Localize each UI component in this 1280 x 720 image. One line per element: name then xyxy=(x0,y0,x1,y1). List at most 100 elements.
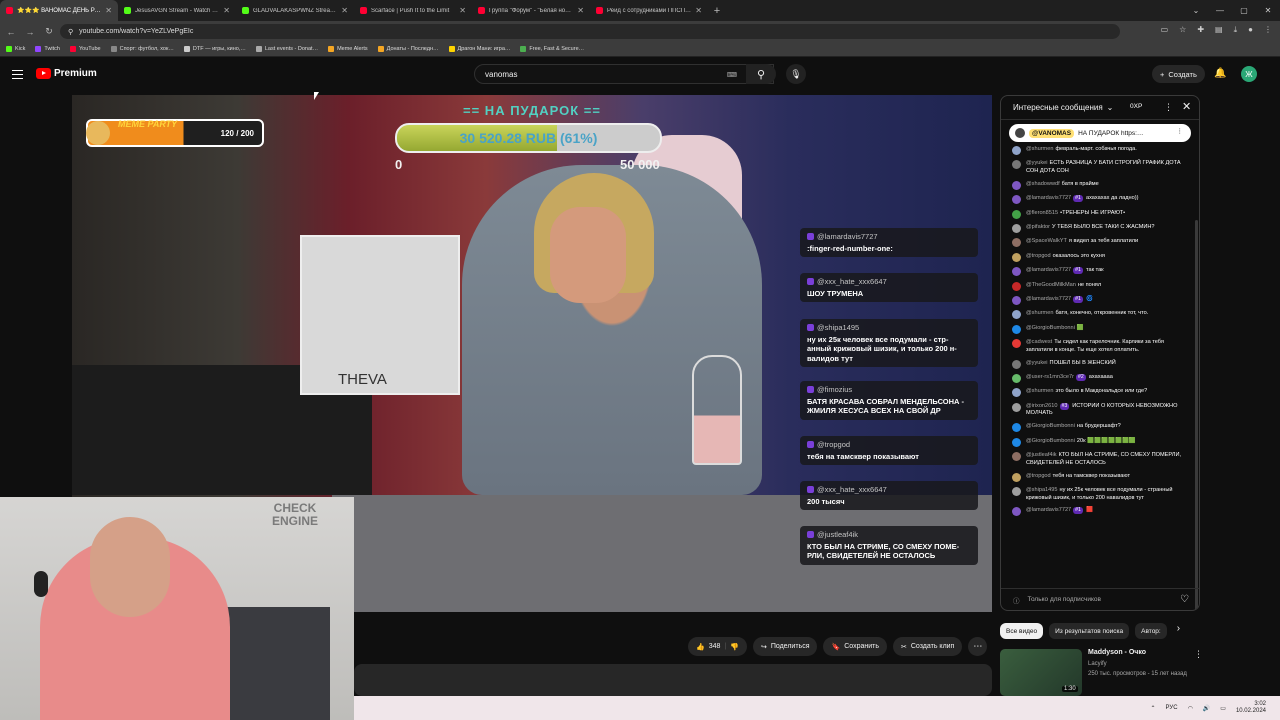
bookmark[interactable]: Спорт: футбол, хок… xyxy=(110,46,174,52)
chat-username[interactable]: @pifaktor xyxy=(1026,224,1050,230)
chat-message[interactable]: @pifaktor У ТЕБЯ БЫЛО ВСЕ ТАКИ С ЖАСМИН? xyxy=(1012,224,1189,234)
chat-avatar[interactable] xyxy=(1012,359,1021,369)
bookmark-star-icon[interactable]: ☆ xyxy=(1179,25,1186,35)
chat-message[interactable]: @lamardavis7727 #1 🌀 xyxy=(1012,296,1189,305)
browser-tab[interactable]: Scarface | Push It to the Limit ✕ xyxy=(354,0,472,21)
chat-avatar[interactable] xyxy=(1012,452,1021,462)
chevron-down-icon[interactable]: ⌄ xyxy=(1107,103,1114,112)
pinned-more-icon[interactable]: ⋮ xyxy=(1177,127,1184,135)
chat-username[interactable]: @lamardavis7727 xyxy=(1026,507,1071,513)
chip-all-videos[interactable]: Все видео xyxy=(1000,623,1044,639)
chat-username[interactable]: @justleaf4ik xyxy=(1026,452,1057,458)
bookmark[interactable]: Free, Fast & Secure… xyxy=(520,46,584,52)
url-field[interactable]: ⚲ youtube.com/watch?v=YeZLVePgEIc xyxy=(60,24,1120,39)
chat-avatar[interactable] xyxy=(1012,160,1021,170)
search-input[interactable]: vanomas⌨✕ xyxy=(474,64,774,84)
chat-username[interactable]: @yyukei xyxy=(1026,360,1048,366)
youtube-logo[interactable]: Premium xyxy=(36,68,97,79)
chat-avatar[interactable] xyxy=(1012,281,1021,291)
wifi-icon[interactable]: ◠ xyxy=(1188,705,1193,712)
chat-avatar[interactable] xyxy=(1012,507,1021,517)
chat-username[interactable]: @shadowwdf xyxy=(1026,181,1060,187)
system-clock[interactable]: 3:02 10.02.2024 xyxy=(1236,701,1266,715)
browser-tab[interactable]: JesusAVGN Stream - Watch Liv… ✕ xyxy=(118,0,236,21)
reload-icon[interactable]: ↻ xyxy=(44,26,54,37)
chat-message[interactable]: @yyukei ЕСТЬ РАЗНИЦА У БАТИ СТРОГИЙ ГРАФИ… xyxy=(1012,160,1189,175)
chat-avatar[interactable] xyxy=(1012,374,1021,384)
chat-message[interactable]: @shurmen батя, конечно, откровенник тот, … xyxy=(1012,310,1189,320)
new-tab-icon[interactable]: + xyxy=(708,5,726,17)
chat-username[interactable]: @irixon2610 xyxy=(1026,403,1058,409)
bookmark[interactable]: Донаты - Последн… xyxy=(377,46,439,52)
chat-message[interactable]: @GiorgioBumbonni на брудершафт? xyxy=(1012,423,1189,433)
chat-message[interactable]: @lamardavis7727 #1 ахахахах да ладно)) xyxy=(1012,195,1189,205)
bookmark[interactable]: Last events - Donat… xyxy=(255,46,318,52)
create-button[interactable]: + Создать xyxy=(1152,65,1205,83)
maximize-icon[interactable]: ▢ xyxy=(1232,6,1256,15)
chat-message[interactable]: @GiorgioBumbonni 🟩 xyxy=(1012,324,1189,334)
chat-message[interactable]: @justleaf4ik КТО БЫЛ НА СТРИМЕ, СО СМЕХУ … xyxy=(1012,452,1189,467)
chevron-right-icon[interactable]: › xyxy=(1177,623,1180,639)
chat-username[interactable]: @lamardavis7727 xyxy=(1026,195,1071,201)
extensions-icon[interactable]: ✚ xyxy=(1197,25,1204,35)
chat-message[interactable]: @shipa1495 ну их 25к человек все подумали… xyxy=(1012,486,1189,502)
chat-avatar[interactable] xyxy=(1012,267,1021,277)
heart-reaction-icon[interactable]: ♡ xyxy=(1180,594,1189,605)
recommended-video[interactable]: 1:30 Maddyson - Очко Lacyify 250 тыс. пр… xyxy=(1000,649,1203,697)
bookmark[interactable]: Meme Alerts xyxy=(328,46,368,52)
chat-username[interactable]: @tropgod xyxy=(1026,473,1051,479)
close-tab-icon[interactable]: ✕ xyxy=(341,6,348,15)
chat-username[interactable]: @lamardavis7727 xyxy=(1026,296,1071,302)
chat-message[interactable]: @GiorgioBumbonni 20к 🟩🟩🟩🟩🟩🟩🟩 xyxy=(1012,437,1189,447)
chat-username[interactable]: @fleron8515 xyxy=(1026,210,1058,216)
chat-username[interactable]: @user-rs1mn3ce7r xyxy=(1026,374,1074,380)
chat-username[interactable]: @TheGoodMilkMan xyxy=(1026,282,1076,288)
chip-from-search[interactable]: Из результатов поиска xyxy=(1049,623,1130,639)
voice-search-icon[interactable]: 🎙 xyxy=(786,64,806,84)
video-title[interactable]: Maddyson - Очко xyxy=(1088,649,1146,656)
bookmark[interactable]: YouTube xyxy=(69,46,101,52)
chat-message[interactable]: @SpaceWalkYT я видел за тебя заплатили xyxy=(1012,238,1189,248)
minimize-icon[interactable]: — xyxy=(1208,6,1232,15)
close-tab-icon[interactable]: ✕ xyxy=(223,6,230,15)
channel-name[interactable]: Lacyify xyxy=(1088,661,1107,667)
browser-menu-icon[interactable]: ⋮ xyxy=(1264,25,1272,35)
tray-arrow-icon[interactable]: ⌃ xyxy=(1151,705,1156,712)
save-button[interactable]: 🔖 Сохранить xyxy=(823,637,887,656)
close-tab-icon[interactable]: ✕ xyxy=(695,6,702,15)
chip-author[interactable]: Автор: xyxy=(1135,623,1167,639)
browser-tab[interactable]: Рейд с сотрудниками ППСП Н… ✕ xyxy=(590,0,708,21)
bookmark[interactable]: Драгон Мани: игра… xyxy=(448,46,510,52)
site-info-icon[interactable]: ⚲ xyxy=(68,28,73,36)
hamburger-menu-icon[interactable] xyxy=(12,70,23,82)
chat-username[interactable]: @shipa1495 xyxy=(1026,487,1058,493)
info-icon[interactable]: ⓘ xyxy=(1013,595,1020,605)
chat-avatar[interactable] xyxy=(1012,310,1021,320)
browser-tab[interactable]: GLADVALAKASPWNZ Stream -… ✕ xyxy=(236,0,354,21)
chat-avatar[interactable] xyxy=(1012,402,1021,412)
chat-message[interactable]: @shadowwdf батя в прайме xyxy=(1012,180,1189,190)
chat-message[interactable]: @lamardavis7727 #1 так так xyxy=(1012,267,1189,277)
bookmark[interactable]: Twitch xyxy=(35,46,60,52)
chat-avatar[interactable] xyxy=(1012,339,1021,349)
share-button[interactable]: ↪ Поделиться xyxy=(752,637,818,656)
thumbs-down-icon[interactable]: 👎 xyxy=(730,643,739,651)
chat-avatar[interactable] xyxy=(1012,296,1021,305)
volume-icon[interactable]: 🔊 xyxy=(1203,705,1210,712)
description-box[interactable] xyxy=(354,664,992,696)
chat-avatar[interactable] xyxy=(1012,423,1021,433)
forward-icon[interactable]: → xyxy=(25,27,35,37)
chat-username[interactable]: @shurmen xyxy=(1026,310,1053,316)
chat-message[interactable]: @yyukei ПОШЕЛ БЫ В ЖЕНСКИЙ xyxy=(1012,359,1189,369)
chat-message[interactable]: @shurmen это было в Макдональдсе или где? xyxy=(1012,388,1189,398)
search-button[interactable]: ⚲ xyxy=(746,64,776,84)
chat-avatar[interactable] xyxy=(1012,209,1021,219)
profile-icon[interactable]: ● xyxy=(1248,25,1253,35)
chat-username[interactable]: @shurmen xyxy=(1026,388,1053,394)
chat-more-icon[interactable]: ⋮ xyxy=(1164,102,1173,113)
chat-avatar[interactable] xyxy=(1012,388,1021,398)
chat-avatar[interactable] xyxy=(1012,238,1021,248)
chat-message[interactable]: @lamardavis7727 #1 🟥 xyxy=(1012,507,1189,517)
chat-avatar[interactable] xyxy=(1012,324,1021,334)
pinned-message[interactable]: @VANOMAS НА ПУДАРОК https:… ⋮ xyxy=(1009,124,1191,142)
